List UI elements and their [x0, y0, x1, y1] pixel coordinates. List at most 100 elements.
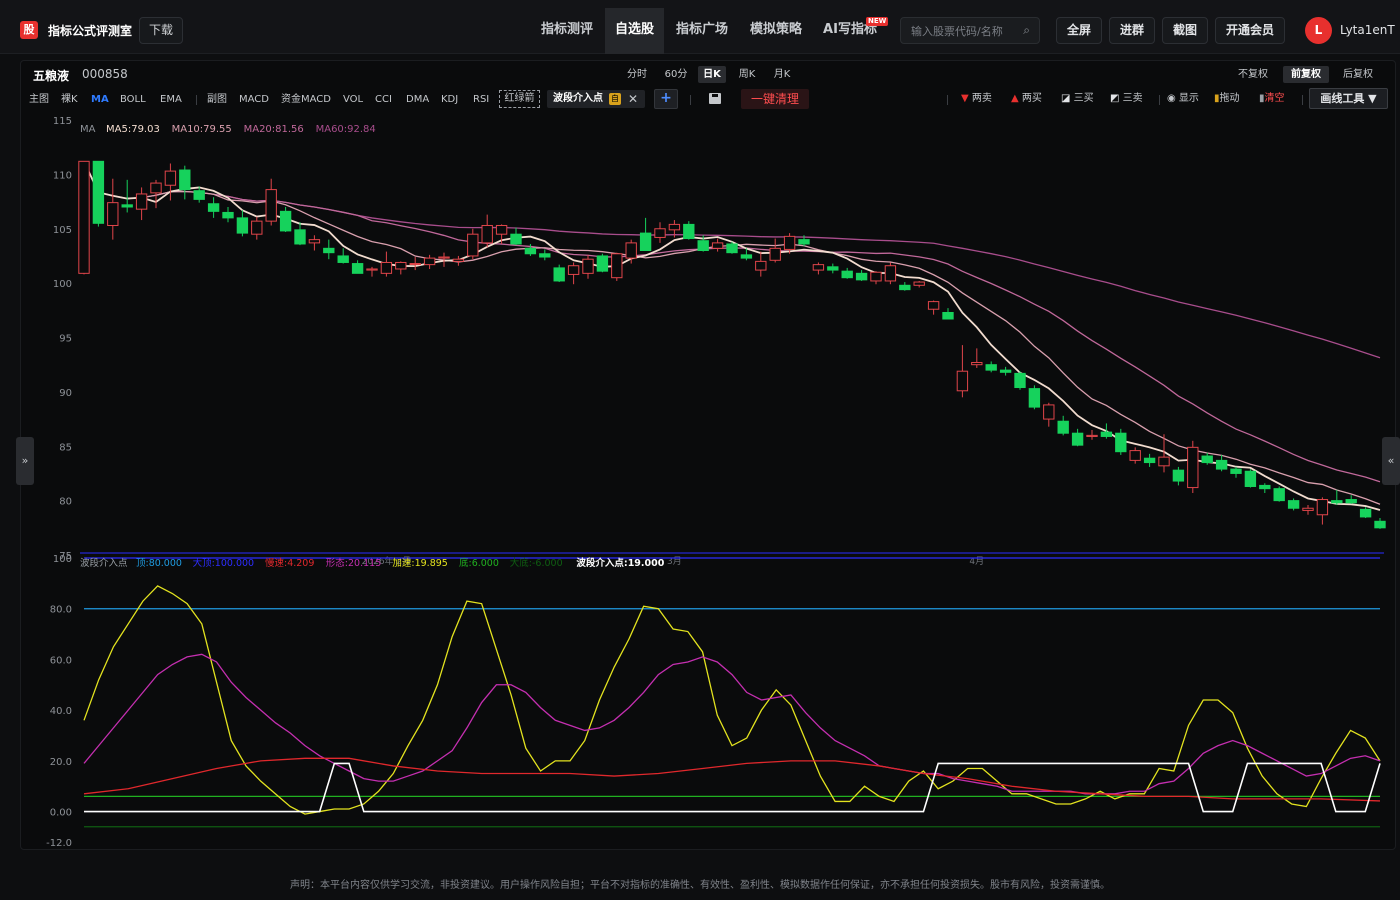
candle-body	[1331, 500, 1343, 504]
candle-body	[265, 189, 277, 222]
candle-body	[294, 229, 306, 245]
sub-y-tick-label: 40.0	[50, 706, 72, 717]
candle-body	[150, 182, 162, 194]
candle-body	[1287, 500, 1300, 509]
candle-body	[337, 255, 349, 263]
candle-body	[971, 362, 983, 366]
candle-body	[582, 258, 594, 274]
y-tick-label: 115	[53, 116, 72, 127]
candle-body	[423, 257, 436, 266]
candle-body	[395, 261, 407, 270]
candle-body	[323, 247, 335, 254]
candle-body	[942, 311, 954, 320]
candle-body	[625, 242, 637, 259]
y-tick-label: 105	[53, 225, 72, 236]
candle-body	[1230, 468, 1242, 474]
candle-body	[740, 254, 753, 259]
candle-body	[481, 224, 493, 244]
candle-body	[1115, 432, 1127, 453]
candle-body	[452, 258, 465, 262]
candle-body	[495, 224, 508, 235]
candle-body	[668, 223, 681, 231]
candle-body	[1143, 457, 1156, 464]
candle-body	[1014, 372, 1026, 389]
candle-body	[611, 253, 623, 279]
candle-body	[1129, 450, 1141, 461]
candle-body	[553, 267, 565, 282]
candle-body	[351, 263, 364, 274]
candle-body	[1215, 459, 1228, 470]
sub-y-tick-label: 100	[53, 554, 72, 565]
candle-body	[884, 265, 897, 282]
sub-legend-item: 加速:19.895	[392, 558, 447, 569]
y-tick-label: 90	[59, 388, 72, 399]
sub-legend-item: 顶:80.000	[136, 558, 182, 569]
candle-body	[1259, 484, 1271, 490]
sub-legend-item: 慢速:4.209	[265, 557, 314, 569]
candle-body	[438, 256, 450, 259]
sub-y-tick-label: 0.00	[50, 808, 72, 819]
y-tick-label: 95	[59, 334, 72, 345]
ma60-line	[227, 195, 1381, 359]
candle-body	[409, 263, 421, 266]
candle-body	[1316, 499, 1329, 516]
candle-body	[135, 193, 148, 210]
sub-legend-item: 形态:20.115	[326, 557, 381, 569]
ma-legend-item: MA60:92.84	[316, 124, 376, 135]
candle-body	[956, 370, 969, 392]
candle-body	[899, 284, 911, 291]
ma-legend-label: MA	[80, 124, 96, 135]
candle-body	[769, 247, 781, 261]
sub-y-tick-label: -12.0	[46, 838, 72, 849]
candle-body	[308, 239, 321, 244]
candle-body	[1057, 420, 1069, 434]
candle-body	[92, 160, 105, 224]
sub-y-tick-label: 20.0	[50, 757, 72, 768]
candle-body	[755, 260, 767, 271]
candle-body	[1302, 507, 1314, 511]
series-慢速	[83, 757, 1381, 802]
sub-y-tick-label: 60.0	[50, 655, 72, 666]
candle-body	[207, 203, 220, 212]
candle-body	[1201, 455, 1213, 464]
y-tick-label: 80	[59, 497, 72, 508]
candle-body	[467, 233, 479, 257]
candle-body	[1028, 388, 1041, 408]
candle-body	[683, 223, 695, 240]
candle-body	[827, 266, 839, 271]
y-tick-label: 110	[53, 170, 72, 181]
candle-body	[524, 247, 537, 255]
candle-body	[1071, 432, 1084, 446]
disclaimer: 声明：本平台内容仅供学习交流，非投资建议。用户操作风险自担；平台不对指标的准确性…	[290, 880, 1110, 891]
candle-body	[251, 220, 263, 235]
wave-indicator-chart[interactable]: 100 80.0 60.0 40.0 20.0 0.00 -12.0 波段介入点 顶:80.00…	[0, 550, 1400, 850]
candle-body	[121, 204, 133, 208]
sub-legend-item: 底:6.000	[459, 557, 499, 569]
candle-body	[78, 160, 90, 274]
candle-body	[927, 301, 940, 310]
candle-body	[999, 369, 1012, 373]
candle-body	[510, 233, 522, 245]
ma-legend-item: MA10:79.55	[172, 124, 232, 135]
candle-body	[639, 232, 652, 252]
sub-legend-item: 波段介入点	[80, 557, 128, 569]
candlestick-chart[interactable]: 1151101051009590858075 2026年 2月 3月 4月MA MA5:…	[0, 0, 1400, 570]
candle-body	[1086, 434, 1098, 437]
ma-legend-item: MA20:81.56	[244, 124, 304, 135]
candle-body	[193, 190, 205, 200]
candle-body	[783, 235, 796, 250]
candle-body	[567, 265, 580, 275]
sub-legend-item: 大顶:100.000	[193, 557, 255, 569]
candle-body	[841, 270, 853, 279]
candle-body	[1043, 404, 1055, 420]
ma-legend-item: MA5:79.03	[106, 124, 160, 135]
candle-body	[913, 281, 925, 286]
sub-legend-item: 大底:-6.000	[510, 557, 563, 569]
candle-body	[711, 242, 724, 249]
candle-body	[366, 268, 378, 271]
ma10-line	[83, 161, 1381, 505]
y-tick-label: 85	[59, 442, 72, 453]
candle-body	[222, 211, 234, 219]
candle-body	[380, 261, 393, 274]
candle-body	[726, 243, 738, 254]
